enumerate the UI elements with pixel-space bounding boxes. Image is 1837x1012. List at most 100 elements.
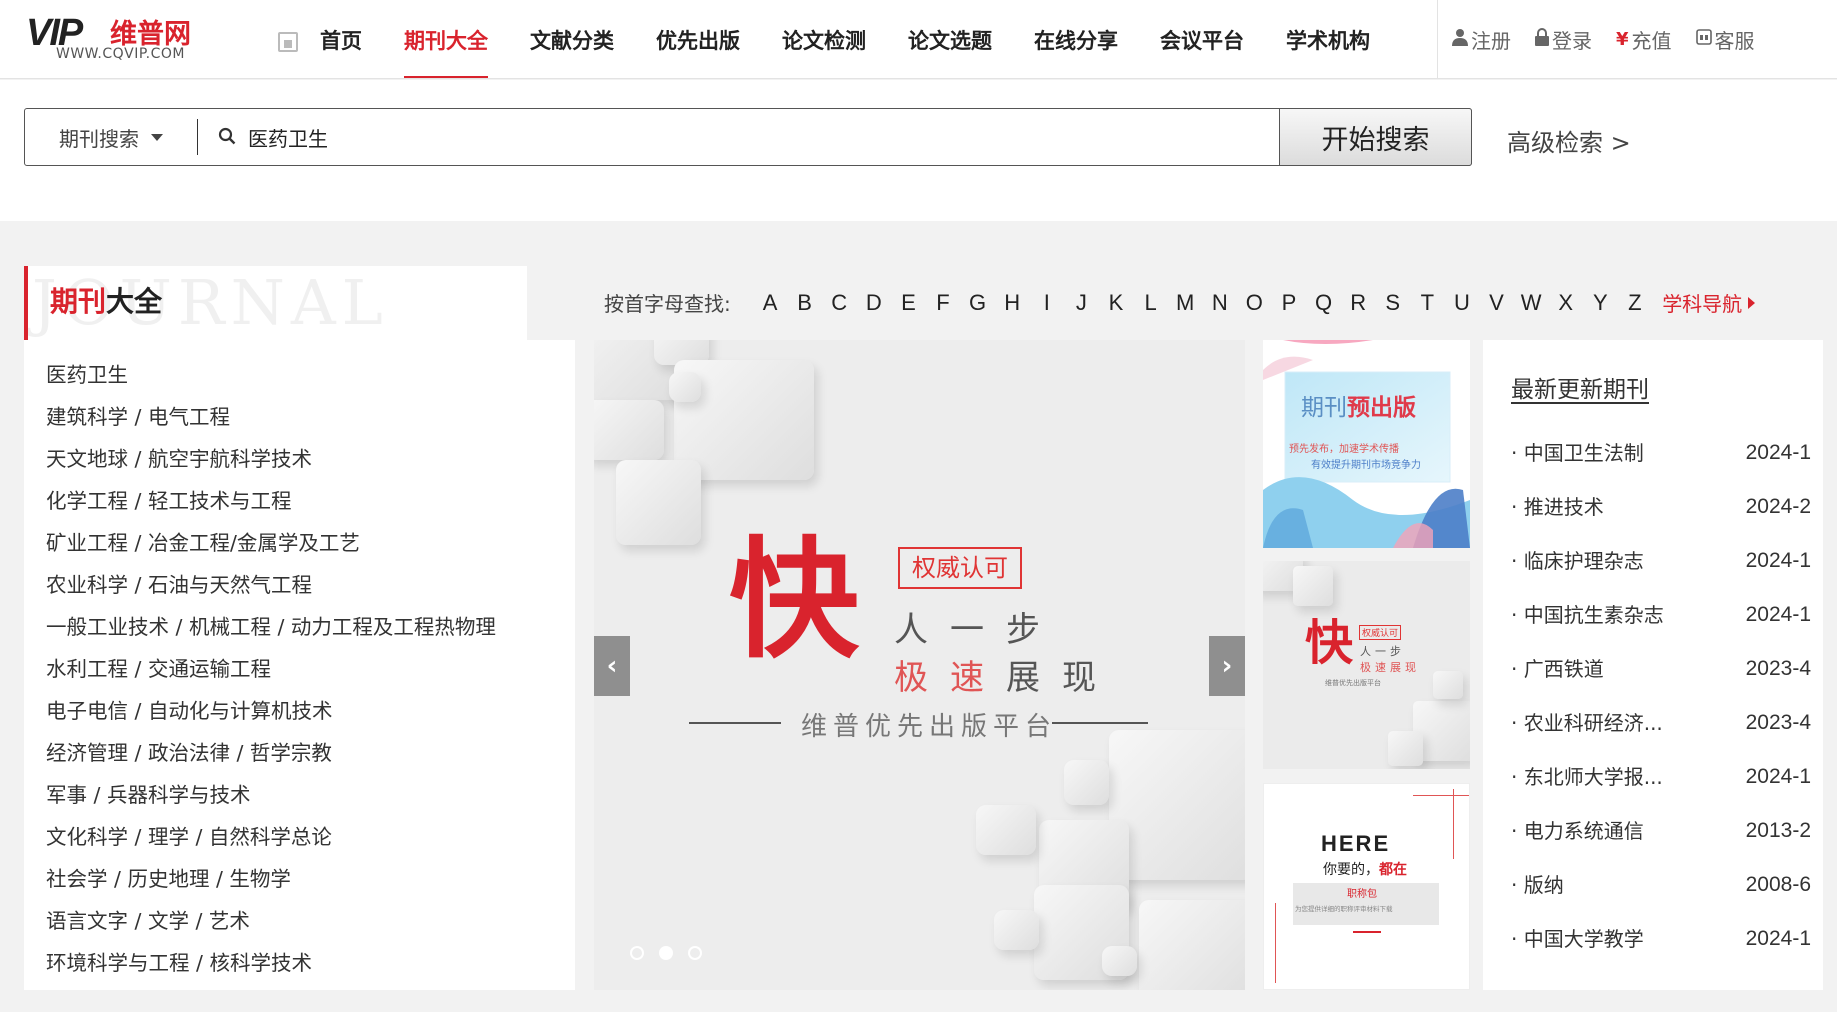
latest-journal-row[interactable]: 中国抗生素杂志 2024-1: [1511, 588, 1811, 642]
category-item[interactable]: 化学工程 / 轻工技术与工程: [24, 480, 575, 522]
latest-journal-row[interactable]: 中国大学教学 2024-1: [1511, 912, 1811, 966]
home-icon[interactable]: [278, 32, 298, 52]
alphabet-letter[interactable]: U: [1445, 290, 1480, 316]
alphabet-letter[interactable]: T: [1410, 290, 1445, 316]
chevron-down-icon: [151, 133, 163, 141]
nav-item[interactable]: 论文选题: [908, 0, 992, 79]
alphabet-letter[interactable]: M: [1168, 290, 1203, 316]
category-item[interactable]: 农业科学 / 石油与天然气工程: [24, 564, 575, 606]
chevron-left-icon: ‹: [606, 651, 618, 681]
carousel-dot[interactable]: [630, 946, 644, 960]
category-item[interactable]: 水利工程 / 交通运输工程: [24, 648, 575, 690]
nav-item[interactable]: 期刊大全: [404, 0, 488, 79]
latest-journal-row[interactable]: 推进技术 2024-2: [1511, 480, 1811, 534]
category-item[interactable]: 一般工业技术 / 机械工程 / 动力工程及工程热物理: [24, 606, 575, 648]
ad-fast-big-char: 快: [1305, 615, 1354, 671]
decor-tile: [669, 372, 701, 402]
subject-nav-link[interactable]: 学科导航: [1662, 288, 1756, 317]
latest-journal-row[interactable]: 临床护理杂志 2024-1: [1511, 534, 1811, 588]
nav-item[interactable]: 文献分类: [530, 0, 614, 79]
nav-item[interactable]: 在线分享: [1034, 0, 1118, 79]
alphabet-letter[interactable]: B: [787, 290, 822, 316]
alphabet-letter[interactable]: E: [891, 290, 926, 316]
nav-item[interactable]: 首页: [320, 0, 362, 79]
alphabet-filter: 按首字母查找: A B C D E F G H I J K L M N O P Q R S T U V W X Y Z 学科导航: [604, 288, 1756, 317]
recharge-link[interactable]: ¥ 充值: [1616, 25, 1672, 54]
ad-fast-badge: 权威认可: [1359, 625, 1402, 640]
alphabet-letter[interactable]: G: [960, 290, 995, 316]
carousel-line2-red: 极速: [894, 658, 1006, 698]
latest-journal-name: 中国抗生素杂志: [1511, 588, 1664, 642]
latest-journal-row[interactable]: 农业科研经济... 2023-4: [1511, 696, 1811, 750]
latest-journal-name: 中国卫生法制: [1511, 426, 1644, 480]
latest-journal-row[interactable]: 东北师大学报... 2024-1: [1511, 750, 1811, 804]
alphabet-letter[interactable]: D: [857, 290, 892, 316]
login-link[interactable]: 登录: [1535, 25, 1592, 54]
category-item[interactable]: 文化科学 / 理学 / 自然科学总论: [24, 816, 575, 858]
latest-journal-row[interactable]: 广西铁道 2023-4: [1511, 642, 1811, 696]
alphabet-letter[interactable]: I: [1030, 290, 1065, 316]
alphabet-letter[interactable]: A: [753, 290, 788, 316]
alphabet-letter[interactable]: L: [1133, 290, 1168, 316]
alphabet-letter[interactable]: F: [926, 290, 961, 316]
alphabet-letter[interactable]: X: [1548, 290, 1583, 316]
ad-title-package[interactable]: HERE 你要的，都在 职称包 为您提供详细的职称评审材料下载: [1263, 783, 1470, 990]
latest-journal-row[interactable]: 电力系统通信 2013-2: [1511, 804, 1811, 858]
ad-preprint[interactable]: 期刊预出版 预先发布，加速学术传播 有效提升期刊市场竞争力: [1263, 340, 1470, 548]
alphabet-letter[interactable]: R: [1341, 290, 1376, 316]
category-item[interactable]: 医药卫生: [24, 354, 575, 396]
search-input[interactable]: [248, 117, 1298, 157]
service-link[interactable]: 客服: [1695, 25, 1755, 54]
latest-journal-date: 2008-6: [1745, 873, 1811, 896]
start-search-button[interactable]: 开始搜索: [1279, 108, 1472, 166]
register-link[interactable]: 注册: [1452, 25, 1511, 54]
alphabet-letter[interactable]: V: [1479, 290, 1514, 316]
alphabet-letter[interactable]: Q: [1306, 290, 1341, 316]
nav-item[interactable]: 会议平台: [1160, 0, 1244, 79]
decor-tile: [1433, 671, 1463, 699]
main-nav: 首页 期刊大全 文献分类 优先出版 论文检测 论文选题 在线分享 会议平台 学术机构: [320, 0, 1412, 79]
category-item[interactable]: 电子电信 / 自动化与计算机技术: [24, 690, 575, 732]
latest-journal-row[interactable]: 版纳 2008-6: [1511, 858, 1811, 912]
carousel-dot[interactable]: [659, 946, 673, 960]
category-item[interactable]: 天文地球 / 航空宇航科学技术: [24, 438, 575, 480]
latest-journal-name: 中国大学教学: [1511, 912, 1644, 966]
search-type-label: 期刊搜索: [59, 126, 139, 151]
category-item[interactable]: 社会学 / 历史地理 / 生物学: [24, 858, 575, 900]
ad-fast-publish[interactable]: 快 权威认可 人一步 极速展现 维普优先出版平台: [1263, 561, 1470, 769]
carousel-prev-button[interactable]: ‹: [594, 636, 630, 696]
alphabet-letter[interactable]: H: [995, 290, 1030, 316]
category-item[interactable]: 语言文字 / 文学 / 艺术: [24, 900, 575, 942]
alphabet-letter[interactable]: N: [1202, 290, 1237, 316]
alphabet-letter[interactable]: J: [1064, 290, 1099, 316]
nav-item[interactable]: 优先出版: [656, 0, 740, 79]
carousel-dot[interactable]: [688, 946, 702, 960]
search-type-dropdown[interactable]: 期刊搜索: [25, 109, 197, 165]
category-item[interactable]: 军事 / 兵器科学与技术: [24, 774, 575, 816]
alphabet-letter[interactable]: W: [1514, 290, 1549, 316]
alphabet-letter[interactable]: P: [1272, 290, 1307, 316]
carousel-next-button[interactable]: ›: [1209, 636, 1245, 696]
nav-item[interactable]: 学术机构: [1286, 0, 1370, 79]
category-item[interactable]: 矿业工程 / 冶金工程/金属学及工艺: [24, 522, 575, 564]
alphabet-letter[interactable]: Y: [1583, 290, 1618, 316]
section-title: 期刊大全: [50, 280, 162, 320]
alphabet-letter[interactable]: C: [822, 290, 857, 316]
latest-journals-title[interactable]: 最新更新期刊: [1511, 370, 1649, 404]
alphabet-letter[interactable]: Z: [1618, 290, 1653, 316]
alphabet-letter[interactable]: S: [1375, 290, 1410, 316]
user-links: 注册 登录 ¥ 充值 客服: [1437, 0, 1837, 79]
decor-tile: [1102, 946, 1137, 976]
latest-journal-row[interactable]: 中国卫生法制 2024-1: [1511, 426, 1811, 480]
nav-item[interactable]: 论文检测: [782, 0, 866, 79]
category-item[interactable]: 建筑科学 / 电气工程: [24, 396, 575, 438]
search-divider: [197, 119, 198, 155]
ad-title-rule: [1453, 789, 1454, 859]
site-logo[interactable]: VIP 维普网 WWW.CQVIP.COM: [26, 10, 206, 66]
category-item[interactable]: 经济管理 / 政治法律 / 哲学宗教: [24, 732, 575, 774]
category-item[interactable]: 环境科学与工程 / 核科学技术: [24, 942, 575, 984]
alphabet-letter[interactable]: O: [1237, 290, 1272, 316]
alphabet-letter[interactable]: K: [1099, 290, 1134, 316]
advanced-search-link[interactable]: 高级检索 >: [1507, 123, 1631, 158]
lock-icon: [1535, 28, 1549, 51]
